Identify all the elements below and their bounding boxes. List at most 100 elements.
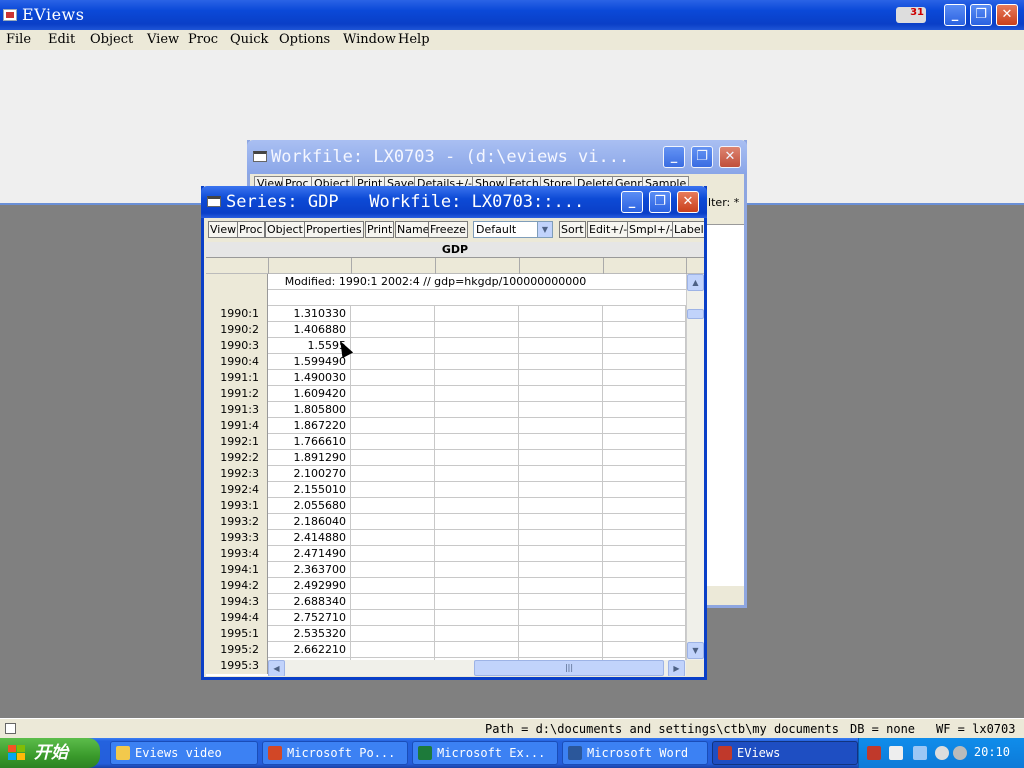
table-row[interactable]: 1993:4 2.471490 [206,546,686,562]
table-row[interactable]: 1994:4 2.752710 [206,610,686,626]
empty-cell[interactable] [351,626,435,642]
table-row[interactable]: 1991:4 1.867220 [206,418,686,434]
app-minimize-button[interactable]: _ [944,4,966,26]
empty-cell[interactable] [435,306,519,322]
table-row[interactable]: 1995:2 2.662210 [206,642,686,658]
empty-cell[interactable] [519,306,603,322]
menu-edit[interactable]: Edit [48,32,75,47]
empty-cell[interactable] [435,338,519,354]
gdp-value-cell[interactable]: 2.688340 [268,594,351,610]
empty-cell[interactable] [435,370,519,386]
gdp-value-cell[interactable]: 1.891290 [268,450,351,466]
empty-cell[interactable] [603,354,686,370]
empty-cell[interactable] [435,642,519,658]
scroll-down-icon[interactable]: ▼ [687,642,704,659]
empty-cell[interactable] [435,530,519,546]
empty-cell[interactable] [603,338,686,354]
gdp-value-cell[interactable]: 1.310330 [268,306,351,322]
app-close-button[interactable]: ✕ [996,4,1018,26]
empty-cell[interactable] [519,450,603,466]
status-checkbox[interactable] [5,723,16,734]
empty-cell[interactable] [435,626,519,642]
empty-cell[interactable] [603,498,686,514]
empty-cell[interactable] [435,354,519,370]
menu-options[interactable]: Options [279,32,330,47]
series-sort-button[interactable]: Sort [559,221,586,238]
series-proc-button[interactable]: Proc [237,221,265,238]
scroll-right-icon[interactable]: ▶ [668,660,685,676]
series-name-button[interactable]: Name [395,221,432,238]
empty-cell[interactable] [351,434,435,450]
empty-cell[interactable] [519,514,603,530]
empty-cell[interactable] [435,322,519,338]
start-button[interactable]: 开始 [0,738,100,768]
workfile-titlebar[interactable]: Workfile: LX0703 - (d:\eviews vi... _ ❐ … [247,140,747,174]
series-minimize-button[interactable]: _ [621,191,643,213]
clock[interactable]: 20:10 [974,745,1010,759]
empty-cell[interactable] [519,530,603,546]
empty-cell[interactable] [519,482,603,498]
empty-cell[interactable] [519,386,603,402]
resize-grip-icon[interactable] [686,660,704,676]
empty-cell[interactable] [519,338,603,354]
empty-cell[interactable] [519,466,603,482]
menu-object[interactable]: Object [90,32,133,47]
gdp-value-cell[interactable]: 1.766610 [268,434,351,450]
help-tray-icon[interactable] [889,746,903,760]
table-row[interactable]: 1991:2 1.609420 [206,386,686,402]
empty-cell[interactable] [351,482,435,498]
menu-proc[interactable]: Proc [188,32,218,47]
horizontal-scrollbar[interactable]: ◀ ||| ▶ [268,660,686,676]
gdp-value-cell[interactable]: 2.662210 [268,642,351,658]
empty-cell[interactable] [519,578,603,594]
menu-help[interactable]: Help [398,32,430,47]
table-row[interactable]: 1991:1 1.490030 [206,370,686,386]
empty-cell[interactable] [351,386,435,402]
gdp-value-cell[interactable]: 2.414880 [268,530,351,546]
table-row[interactable]: 1994:2 2.492990 [206,578,686,594]
empty-cell[interactable] [351,418,435,434]
series-label-button[interactable]: Label+ [672,221,704,238]
scroll-up-icon[interactable]: ▲ [687,274,704,291]
empty-cell[interactable] [519,626,603,642]
empty-cell[interactable] [519,562,603,578]
column-header-gdp[interactable]: GDP [206,242,704,258]
empty-cell[interactable] [603,466,686,482]
empty-cell[interactable] [351,594,435,610]
table-row[interactable]: 1994:3 2.688340 [206,594,686,610]
series-edit-button[interactable]: Edit+/- [587,221,630,238]
series-smpl-button[interactable]: Smpl+/- [627,221,676,238]
gdp-value-cell[interactable]: 2.535320 [268,626,351,642]
table-row[interactable]: 1993:3 2.414880 [206,530,686,546]
table-row[interactable]: 1990:3 1.5595 [206,338,686,354]
gdp-value-cell[interactable]: 2.055680 [268,498,351,514]
table-row[interactable]: 1992:4 2.155010 [206,482,686,498]
eviews-tray-icon[interactable] [867,746,881,760]
empty-cell[interactable] [519,546,603,562]
empty-cell[interactable] [351,578,435,594]
table-row[interactable]: 1993:1 2.055680 [206,498,686,514]
empty-cell[interactable] [435,418,519,434]
network-tray-icon[interactable] [913,746,927,760]
empty-cell[interactable] [603,578,686,594]
empty-cell[interactable] [603,370,686,386]
table-row[interactable]: 1993:2 2.186040 [206,514,686,530]
empty-cell[interactable] [603,418,686,434]
taskbar-button[interactable]: Microsoft Word [562,741,708,765]
empty-cell[interactable] [351,322,435,338]
gdp-value-cell[interactable]: 1.406880 [268,322,351,338]
taskbar-button[interactable]: EViews [712,741,858,765]
empty-cell[interactable] [519,418,603,434]
empty-cell[interactable] [603,514,686,530]
empty-cell[interactable] [435,466,519,482]
empty-cell[interactable] [603,562,686,578]
gdp-value-cell[interactable]: 2.186040 [268,514,351,530]
series-freeze-button[interactable]: Freeze [428,221,468,238]
gdp-value-cell[interactable]: 1.867220 [268,418,351,434]
series-spreadsheet[interactable]: GDP Modified: 1990:1 2002:4 // gdp=hkgdp… [206,242,704,676]
empty-cell[interactable] [603,322,686,338]
table-row[interactable]: 1992:2 1.891290 [206,450,686,466]
empty-cell[interactable] [603,642,686,658]
empty-cell[interactable] [351,370,435,386]
empty-cell[interactable] [351,530,435,546]
